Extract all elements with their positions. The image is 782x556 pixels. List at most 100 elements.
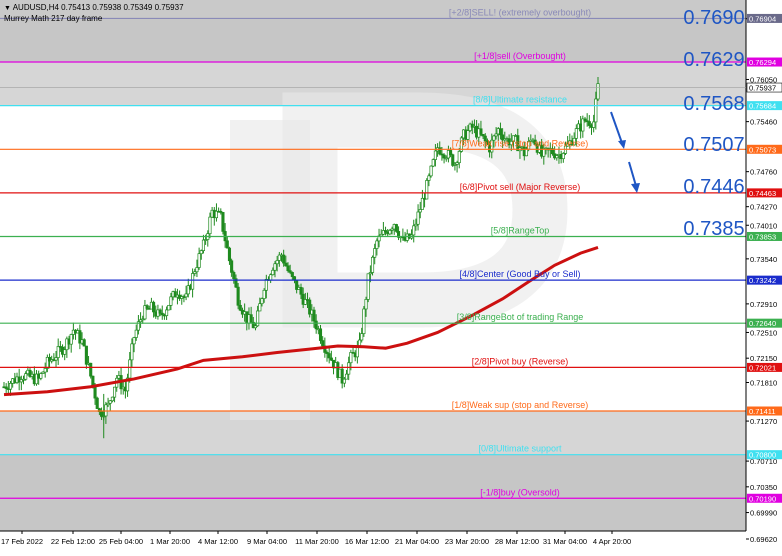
x-tick-label: 23 Mar 20:00 bbox=[445, 537, 489, 546]
candle-body bbox=[314, 320, 318, 330]
candle-body bbox=[56, 346, 60, 358]
candle-body bbox=[360, 333, 364, 341]
candle-body bbox=[158, 309, 162, 314]
candle-body bbox=[260, 298, 264, 305]
y-tick-label: 0.74760 bbox=[750, 168, 777, 177]
candle-body bbox=[199, 250, 203, 255]
y-tick-label: 0.69990 bbox=[750, 509, 777, 518]
level-tag-label: 0.75684 bbox=[749, 102, 776, 111]
price-tag-label: 0.75937 bbox=[749, 84, 776, 93]
candle-body bbox=[232, 272, 236, 280]
candle-body bbox=[258, 303, 262, 312]
x-tick-label: 25 Feb 04:00 bbox=[99, 537, 143, 546]
candle-body bbox=[195, 267, 199, 273]
candle-body bbox=[429, 165, 433, 177]
candle-body bbox=[524, 148, 529, 157]
candle-body bbox=[318, 328, 323, 341]
symbol-info: ▼ AUDUSD,H4 0.75413 0.75938 0.75349 0.75… bbox=[4, 3, 184, 12]
x-tick-label: 11 Mar 20:00 bbox=[295, 537, 339, 546]
y-tick-label: 0.74010 bbox=[750, 221, 777, 230]
annotation-level: 0.7568 bbox=[683, 93, 744, 115]
x-tick-label: 4 Mar 12:00 bbox=[198, 537, 238, 546]
candle-body bbox=[451, 154, 455, 166]
candle-body bbox=[592, 121, 596, 128]
candle-body bbox=[420, 197, 424, 210]
candle-body bbox=[327, 353, 331, 359]
candle-body bbox=[290, 272, 294, 277]
candle-body bbox=[39, 373, 43, 379]
candle-body bbox=[91, 375, 95, 386]
candle-body bbox=[43, 368, 47, 373]
murrey-label: [0/8]Ultimate support bbox=[478, 444, 562, 454]
candle-body bbox=[416, 211, 420, 225]
candle-body bbox=[24, 373, 28, 380]
candle-body bbox=[284, 262, 288, 267]
candle-body bbox=[54, 357, 58, 361]
candle-body bbox=[238, 304, 242, 311]
candle-body bbox=[449, 150, 453, 156]
zone-band bbox=[0, 367, 746, 412]
candle-body bbox=[134, 329, 138, 338]
candle-body bbox=[197, 253, 201, 268]
candle-body bbox=[388, 230, 392, 235]
candle-body bbox=[236, 286, 240, 306]
level-tag-label: 0.70800 bbox=[749, 451, 776, 460]
candle-body bbox=[165, 309, 169, 316]
candle-body bbox=[438, 147, 442, 155]
candle-body bbox=[63, 349, 67, 355]
zone-band bbox=[0, 18, 746, 63]
candle-body bbox=[273, 263, 277, 271]
symbol-line: AUDUSD,H4 0.75413 0.75938 0.75349 0.7593… bbox=[12, 3, 184, 12]
x-tick-label: 31 Mar 04:00 bbox=[543, 537, 587, 546]
candle-body bbox=[249, 314, 253, 323]
indicator-name: Murrey Math 217 day frame bbox=[4, 14, 103, 23]
candle-body bbox=[425, 180, 429, 200]
candle-body bbox=[275, 260, 279, 265]
candle-body bbox=[286, 265, 290, 272]
candle-body bbox=[442, 154, 446, 159]
annotation-level: 0.7507 bbox=[683, 134, 744, 156]
candle-body bbox=[587, 121, 591, 126]
zone-band bbox=[0, 411, 746, 455]
candle-body bbox=[184, 293, 188, 298]
y-tick-label: 0.71270 bbox=[750, 417, 777, 426]
candle-body bbox=[364, 299, 368, 310]
y-tick-label: 0.72150 bbox=[750, 354, 777, 363]
candle-body bbox=[431, 159, 435, 167]
murrey-label: [1/8]Weak sup (stop and Reverse) bbox=[452, 400, 588, 410]
x-tick-label: 17 Feb 2022 bbox=[1, 537, 43, 546]
dropdown-triangle-icon[interactable]: ▼ bbox=[4, 5, 11, 12]
candle-body bbox=[375, 240, 379, 249]
candle-body bbox=[282, 254, 286, 264]
level-tag-label: 0.76294 bbox=[749, 58, 776, 67]
candle-body bbox=[292, 276, 297, 281]
candle-body bbox=[145, 305, 149, 309]
x-tick-label: 22 Feb 12:00 bbox=[51, 537, 95, 546]
x-tick-label: 1 Mar 20:00 bbox=[150, 537, 190, 546]
candle-body bbox=[169, 296, 173, 306]
level-tag-label: 0.71411 bbox=[749, 407, 776, 416]
y-tick-label: 0.75460 bbox=[750, 118, 777, 127]
candle-body bbox=[574, 128, 578, 139]
candle-body bbox=[89, 362, 93, 377]
candle-body bbox=[342, 378, 346, 384]
y-tick-label: 0.72910 bbox=[750, 300, 777, 309]
candle-body bbox=[208, 216, 212, 235]
candle-body bbox=[227, 247, 232, 262]
price-chart: [+2/8]SELL! (extremely overbought) [+1/8]… bbox=[0, 0, 782, 551]
y-tick-label: 0.69620 bbox=[750, 535, 777, 544]
candle-body bbox=[130, 343, 134, 361]
candle-body bbox=[412, 225, 416, 236]
candle-body bbox=[191, 273, 195, 290]
candle-body bbox=[357, 339, 362, 347]
candle-body bbox=[594, 98, 598, 123]
candle-body bbox=[596, 83, 600, 100]
level-tag-label: 0.74463 bbox=[749, 189, 776, 198]
y-tick-label: 0.74270 bbox=[750, 203, 777, 212]
zone-band bbox=[0, 454, 746, 499]
candle-body bbox=[479, 128, 483, 135]
candle-body bbox=[269, 274, 273, 281]
candle-body bbox=[299, 287, 303, 295]
candle-body bbox=[366, 273, 370, 300]
level-tag-label: 0.73242 bbox=[749, 276, 776, 285]
